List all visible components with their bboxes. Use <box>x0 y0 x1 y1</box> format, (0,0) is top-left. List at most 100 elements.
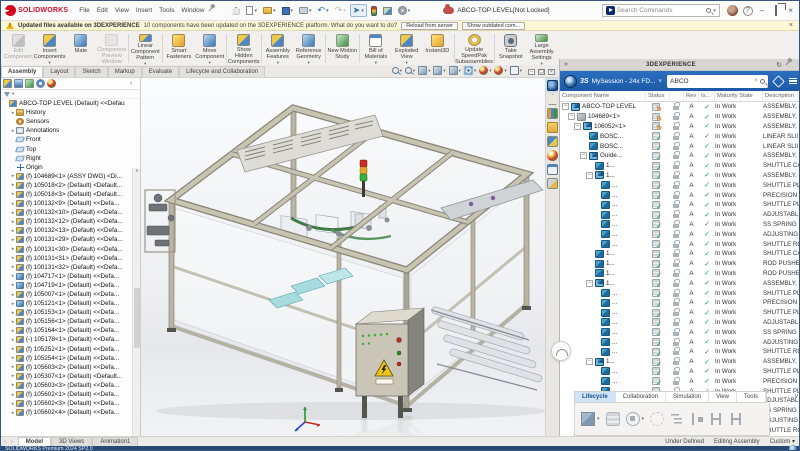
magnifier-icon[interactable] <box>706 8 711 13</box>
tree-item[interactable]: ▸(f) 105603<3> (Default) <<Defa... <box>1 381 140 390</box>
session-selector[interactable]: MySession - 24x FD... <box>592 78 656 85</box>
component-row[interactable]: ...A✓In WorkSHUTTLE PL <box>560 200 800 210</box>
tree-item[interactable]: ▸(f) 100132<12> (Default) <<Defa... <box>1 217 140 226</box>
file-properties-button[interactable] <box>381 6 394 16</box>
save-caret-icon[interactable]: ▾ <box>291 8 294 14</box>
caret-down-icon[interactable]: ▾ <box>375 61 377 64</box>
panel-tab-tools[interactable]: Tools <box>737 392 766 402</box>
tree-flyout-chevron-icon[interactable]: › <box>130 81 138 87</box>
component-row[interactable]: ...A✓In WorkPRECISION <box>560 376 800 386</box>
tab-nav-arrows[interactable]: ‹ › <box>1 439 18 445</box>
propertymanager-icon[interactable] <box>14 79 23 88</box>
tab-markup[interactable]: Markup <box>108 66 142 77</box>
print-button[interactable]: ▾ <box>297 6 314 15</box>
tree-item[interactable]: ▸(f) 105121<1> (Default) <<Defa... <box>1 299 140 308</box>
3d-model-assembly[interactable] <box>141 78 545 436</box>
search-commands-box[interactable]: Search Commands ▾ <box>602 4 720 17</box>
graphics-viewport[interactable] <box>141 78 545 436</box>
3dexperience-globe-icon[interactable] <box>547 80 558 91</box>
collapse-toggle[interactable]: − <box>586 172 593 179</box>
tree-item[interactable]: Origin <box>1 163 140 172</box>
doc-restore-button[interactable]: ❏ <box>538 69 545 75</box>
collapse-toggle[interactable]: − <box>586 358 593 365</box>
caret-down-icon[interactable]: ▾ <box>277 61 279 64</box>
tab-evaluate[interactable]: Evaluate <box>142 66 179 77</box>
caret-down-icon[interactable]: ▾ <box>489 68 491 74</box>
manipulate-icon[interactable] <box>626 412 640 426</box>
component-row[interactable]: BOSC...A✓In WorkLINEAR SLII <box>560 141 800 151</box>
instant3d-button[interactable]: Instant3D <box>422 32 453 65</box>
model-tab-animation1[interactable]: Animation1 <box>92 437 138 446</box>
status-custom[interactable]: Custom ▾ <box>770 438 795 445</box>
component-row[interactable]: −Guide...A✓In WorkASSEMBLY, <box>560 151 800 161</box>
home-button[interactable] <box>229 6 242 16</box>
collapse-toggle[interactable]: − <box>574 123 581 130</box>
menu-window[interactable]: Window <box>181 7 204 14</box>
component-row[interactable]: −ABCO-TOP LEVELA✓In WorkASSEMBLY, <box>560 102 800 112</box>
custom-properties-icon[interactable] <box>547 164 558 175</box>
insert-components-button[interactable]: Insert Components▾ <box>34 32 66 65</box>
tree-item[interactable]: ▸(f) 105164<1> (Default) <<Defa... <box>1 326 140 335</box>
caret-down-icon[interactable]: ▾ <box>459 68 461 74</box>
lifecycle-options-icon[interactable] <box>581 412 595 426</box>
tabs-collapse-icon[interactable]: ∨ <box>794 392 799 400</box>
tree-vertical-scrollbar[interactable]: ∧ ∨ <box>132 168 140 436</box>
column-lock[interactable] <box>670 91 684 101</box>
structure-icon[interactable] <box>670 412 684 426</box>
reference-geometry-button[interactable]: Reference Geometry▾ <box>293 32 324 65</box>
store-icon[interactable] <box>606 412 620 426</box>
help-button[interactable]: ? <box>743 6 753 16</box>
tree-item[interactable]: ▸(f) 105153<1> (Default) <<Defa... <box>1 308 140 317</box>
search-scope-caret-icon[interactable]: ▾ <box>713 8 716 14</box>
component-row[interactable]: ...A✓In WorkSS SPRING <box>560 220 800 230</box>
caret-down-icon[interactable]: ▾ <box>443 68 445 74</box>
column-component-name[interactable]: Component Name <box>560 91 646 101</box>
compass-globe-icon[interactable] <box>564 75 577 88</box>
restore-button[interactable] <box>771 6 781 15</box>
panel-search-input[interactable]: ABCO <box>670 78 752 85</box>
component-row[interactable]: 1...A✓In WorkROD PUSHE <box>560 269 800 279</box>
tree-item[interactable]: ▸(f) 105602<3> (Default) <<Defa... <box>1 399 140 408</box>
tree-item[interactable]: ▸(f) 100131<32> (Default) <<Defa... <box>1 263 140 272</box>
tree-item[interactable]: ▸(f) 100131<31> (Default) <<Defa... <box>1 254 140 263</box>
update-speedpak-subassemblies-button[interactable]: Update SpeedPak Subassemblies <box>456 32 493 65</box>
tree-item[interactable]: Top <box>1 144 140 153</box>
status-globe-icon[interactable] <box>789 445 797 451</box>
panel-tab-lifecycle[interactable]: Lifecycle <box>575 392 616 402</box>
component-row[interactable]: 1...A✓In WorkSHUTTLE CA <box>560 161 800 171</box>
tree-item[interactable]: ▸(f) 105007<1> (Default) <<Defa... <box>1 290 140 299</box>
minimize-button[interactable]: – <box>756 6 768 15</box>
column-maturity-state[interactable]: Maturity State <box>715 91 763 101</box>
component-row[interactable]: ...A✓In WorkPRECISION <box>560 298 800 308</box>
caret-down-icon[interactable]: ▾ <box>520 68 522 74</box>
solidworks-forum-icon[interactable] <box>547 178 558 189</box>
new-button[interactable]: ▾ <box>244 5 259 16</box>
select-caret-icon[interactable]: ▾ <box>361 8 364 14</box>
doc-minimize-button[interactable]: – <box>528 69 535 75</box>
notification-close-icon[interactable]: × <box>789 22 796 29</box>
zoom-fit-icon[interactable] <box>392 67 399 74</box>
tree-item[interactable]: ▸(f) 105602<1> (Default) <<Defa... <box>1 390 140 399</box>
sync-icon[interactable] <box>650 412 664 426</box>
undo-button[interactable]: ↶▾ <box>316 5 331 16</box>
caret-down-icon[interactable]: ▾ <box>597 416 600 422</box>
tree-item[interactable]: ▸(f) 100131<29> (Default) <<Defa... <box>1 235 140 244</box>
column-description[interactable]: Description <box>763 91 800 101</box>
panel-pin-icon[interactable] <box>786 60 796 70</box>
redo-caret-icon[interactable]: ▾ <box>343 8 346 14</box>
component-row[interactable]: ...A✓In WorkSHUTTLE RO <box>560 347 800 357</box>
undo-caret-icon[interactable]: ▾ <box>326 8 329 14</box>
panel-menu-icon[interactable] <box>789 78 797 85</box>
linear-component-pattern-button[interactable]: Linear Component Pattern▾ <box>130 32 161 65</box>
caret-down-icon[interactable]: ▾ <box>307 61 309 64</box>
model-tab-3d-views[interactable]: 3D Views <box>51 437 92 446</box>
save-button[interactable]: ▾ <box>280 6 296 16</box>
large-assembly-settings-button[interactable]: Large Assembly Settings▾ <box>526 32 557 65</box>
configurationmanager-icon[interactable] <box>25 79 34 88</box>
new-motion-study-button[interactable]: New Motion Study <box>327 32 358 65</box>
column-rev[interactable]: Rev <box>684 91 699 101</box>
component-row[interactable]: −1...A✓In WorkASSEMBLY, <box>560 171 800 181</box>
display-style-icon[interactable] <box>449 66 458 75</box>
rebuild-button[interactable] <box>369 5 379 17</box>
tab-assembly[interactable]: Assembly <box>1 66 43 77</box>
